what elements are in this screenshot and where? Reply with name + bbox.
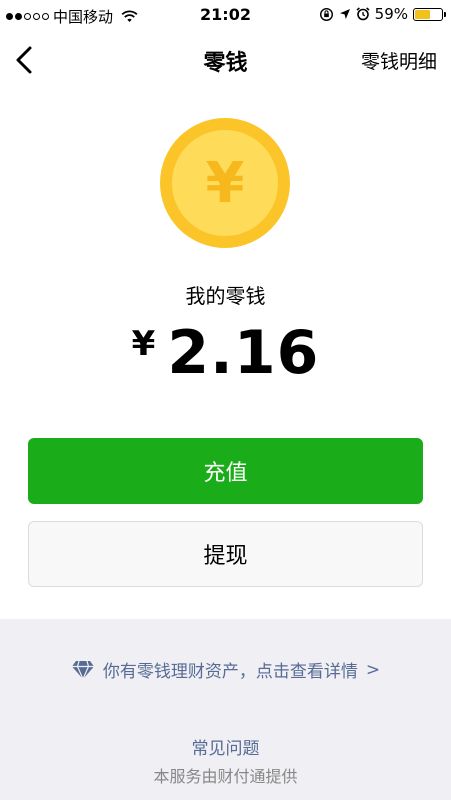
- balance-label: 我的零钱: [185, 284, 266, 308]
- status-bar: 中国移动 21:02 59%: [0, 0, 451, 30]
- change-details-link[interactable]: 零钱明细: [361, 47, 437, 74]
- faq-link[interactable]: 常见问题: [0, 734, 451, 759]
- battery-percent: 59%: [374, 5, 408, 23]
- withdraw-button[interactable]: 提现: [28, 521, 423, 587]
- wealth-assets-text: 你有零钱理财资产，点击查看详情: [102, 662, 358, 682]
- yen-symbol: ¥: [205, 151, 245, 216]
- alarm-icon: [356, 7, 370, 21]
- currency-symbol: ¥: [131, 324, 156, 364]
- location-arrow-icon: [339, 9, 350, 19]
- battery-icon: [413, 7, 446, 21]
- diamond-icon: [71, 660, 94, 680]
- balance-value: ¥2.16: [0, 318, 451, 388]
- balance-amount: 2.16: [167, 318, 320, 388]
- footer: 你有零钱理财资产，点击查看详情 > 常见问题 本服务由财付通提供: [0, 619, 451, 800]
- wealth-assets-link[interactable]: 你有零钱理财资产，点击查看详情 >: [0, 657, 451, 682]
- provider-text: 本服务由财付通提供: [153, 767, 298, 786]
- recharge-button[interactable]: 充值: [28, 438, 423, 504]
- rotation-lock-icon: [319, 7, 333, 21]
- nav-bar: 零钱 零钱明细: [0, 30, 451, 90]
- chevron-right-icon: >: [365, 659, 381, 680]
- battery-fill: [415, 9, 431, 19]
- status-right: 59%: [319, 5, 446, 23]
- coin-icon: ¥: [160, 118, 290, 248]
